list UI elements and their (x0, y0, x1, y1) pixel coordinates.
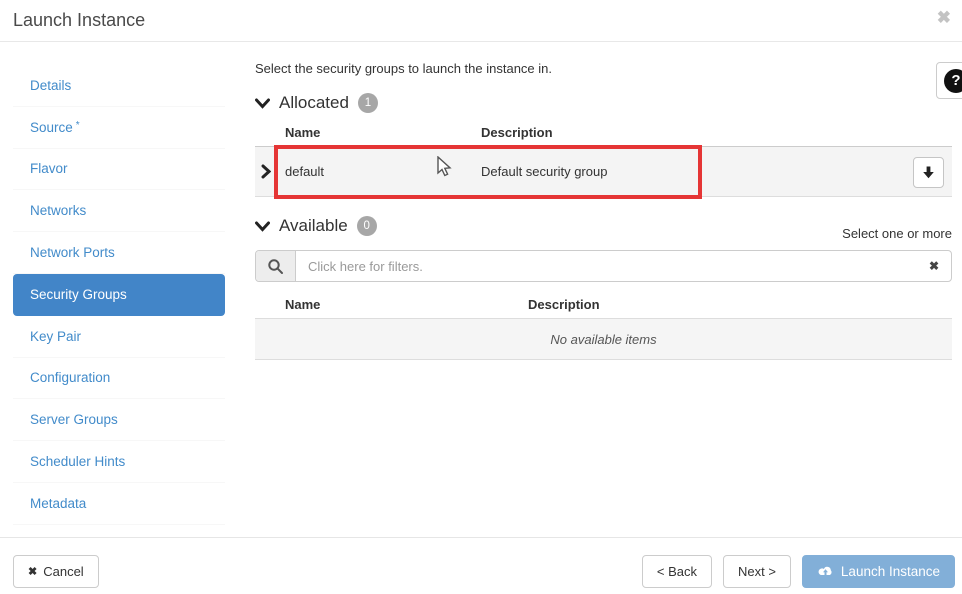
modal-title: Launch Instance (13, 10, 145, 31)
table-row-default[interactable]: default Default security group (255, 147, 952, 197)
launch-instance-modal: { "window": { "title": "Launch Instance"… (0, 0, 962, 594)
step-configuration[interactable]: Configuration (13, 358, 225, 400)
chevron-down-icon (255, 98, 270, 109)
step-details[interactable]: Details (13, 65, 225, 107)
cloud-upload-icon (817, 565, 834, 578)
step-security-groups[interactable]: Security Groups (13, 274, 225, 316)
allocated-title: Allocated (279, 93, 349, 113)
chevron-down-icon (255, 221, 270, 232)
help-icon: ? (944, 69, 962, 93)
footer-actions: < Back Next > Launch Instance (642, 555, 955, 588)
required-marker: * (76, 120, 80, 131)
step-scheduler-hints[interactable]: Scheduler Hints (13, 441, 225, 483)
allocated-section-header[interactable]: Allocated 1 (255, 93, 378, 113)
help-button[interactable]: ? (936, 62, 962, 99)
back-button[interactable]: < Back (642, 555, 712, 588)
step-instruction: Select the security groups to launch the… (255, 61, 552, 76)
cancel-button[interactable]: ✖ Cancel (13, 555, 99, 588)
step-server-groups[interactable]: Server Groups (13, 399, 225, 441)
allocated-count-badge: 1 (358, 93, 378, 113)
row-name: default (285, 164, 324, 179)
no-available-items-row: No available items (255, 319, 952, 360)
step-key-pair[interactable]: Key Pair (13, 316, 225, 358)
wizard-steps: Details Source* Flavor Networks Network … (13, 65, 225, 525)
deallocate-button[interactable] (913, 157, 944, 188)
modal-header: Launch Instance ✖ (0, 0, 962, 42)
available-col-description: Description (528, 297, 600, 312)
step-metadata[interactable]: Metadata (13, 483, 225, 525)
step-flavor[interactable]: Flavor (13, 149, 225, 191)
filter-bar: ✖ (255, 250, 952, 282)
next-button[interactable]: Next > (723, 555, 791, 588)
cancel-x-icon: ✖ (28, 565, 37, 578)
expand-row-icon[interactable] (261, 164, 271, 182)
row-description: Default security group (481, 164, 607, 179)
filter-input[interactable] (296, 251, 917, 281)
select-hint: Select one or more (842, 226, 952, 241)
allocated-col-name: Name (285, 125, 320, 140)
close-icon[interactable]: ✖ (937, 8, 951, 28)
arrow-down-icon (921, 165, 936, 180)
available-count-badge: 0 (357, 216, 377, 236)
launch-instance-button[interactable]: Launch Instance (802, 555, 955, 588)
available-title: Available (279, 216, 348, 236)
allocated-col-description: Description (481, 125, 553, 140)
available-section-header[interactable]: Available 0 (255, 216, 377, 236)
step-network-ports[interactable]: Network Ports (13, 232, 225, 274)
clear-filter-icon[interactable]: ✖ (917, 251, 951, 281)
step-networks[interactable]: Networks (13, 190, 225, 232)
footer-divider (0, 537, 962, 538)
available-col-name: Name (285, 297, 320, 312)
step-source[interactable]: Source* (13, 107, 225, 149)
search-icon[interactable] (256, 251, 296, 281)
